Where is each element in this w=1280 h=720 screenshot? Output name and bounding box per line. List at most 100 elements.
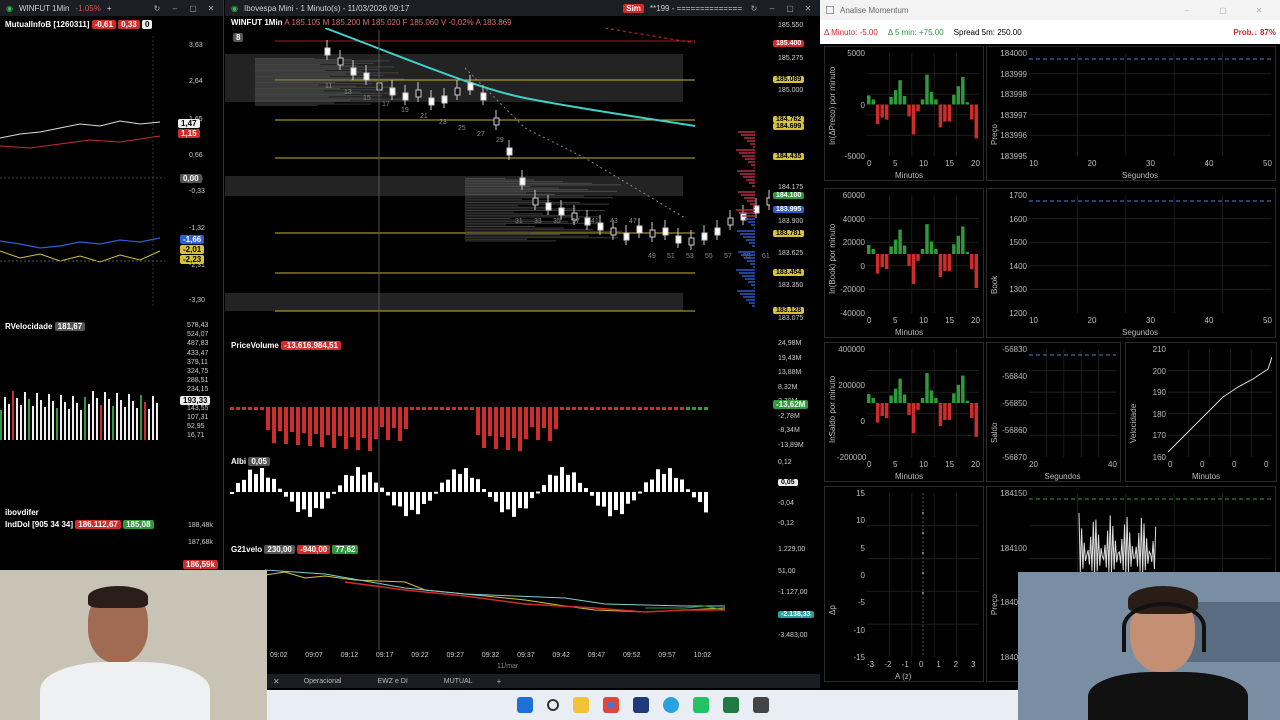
panel-bar [925,224,929,254]
panel-bar [970,254,974,269]
panel-xlabel: Segundos [1122,171,1159,180]
candle-label: 25 [458,125,466,132]
refresh-icon[interactable]: ↻ [151,4,163,13]
pricevolume-bar [500,407,504,437]
candle-body [480,92,487,101]
albi-bar [566,474,570,492]
pricevolume-bar [494,407,498,449]
panel-ytick: 184150 [1000,489,1027,498]
book-depth-bar [752,185,755,187]
albi-bar [266,477,270,492]
velocity-bar [80,410,82,440]
tab-mutual[interactable]: MUTUAL [426,678,491,685]
price-chart-plot[interactable]: 11 13 15 17 19 21 23 25 27 29 31 33 35 37 41 43 47 49 51 53… [225,28,770,328]
pricevolume-bar [350,407,354,437]
candle-label: 33 [534,218,542,225]
panel-bar [965,251,970,254]
albi-bar [584,487,588,492]
candle-body [493,117,500,126]
pricevolume-axis-tick: 13,88M [778,369,802,376]
tab-operacional[interactable]: Operacional [286,678,360,685]
book-depth-bar [749,242,755,244]
maximize-icon[interactable]: ▢ [187,4,199,13]
panel-ytick: 184100 [1000,543,1027,553]
pricevolume-bar [506,407,510,450]
albi-bar [602,492,606,507]
candle-body [701,232,708,241]
candle-body [402,92,409,101]
main-window-title: Ibovespa Mini - 1 Minuto(s) - 11/03/2026… [243,3,410,13]
candle-label: 27 [477,131,485,138]
close-icon[interactable]: ✕ [802,4,814,13]
panel-xtick: 0 [867,460,872,469]
close-icon[interactable]: ✕ [1244,6,1274,15]
pricevolume-bar [362,407,366,438]
close-tab-icon[interactable]: ✕ [267,677,286,686]
pricevolume-bar [638,407,642,410]
panel-xlabel: Minutos [1192,472,1221,481]
candle-body [363,72,370,81]
volume-profile-bar [465,186,530,187]
candle-body [688,237,695,246]
time-axis-tick: 09:57 [658,652,676,659]
albi-bar [392,492,396,506]
velocity-bar [144,402,146,440]
maximize-icon[interactable]: ▢ [1208,6,1238,15]
price-tag: 183.128 [773,307,805,314]
panel-bar [898,378,902,403]
albi-bar [278,488,282,492]
sim-badge[interactable]: Sim [623,3,644,13]
time-axis-tick: 09:37 [517,652,535,659]
pricevolume-bar [536,407,540,440]
minimize-icon[interactable]: – [169,4,181,13]
panel-bar [871,99,875,105]
price-tag: 184.435 [773,153,805,160]
candle-body [532,197,539,206]
file-explorer-icon[interactable] [572,697,589,713]
maximize-icon[interactable]: ▢ [784,4,796,13]
panel-xtick: 5 [893,159,898,168]
velocity-bar [108,399,110,440]
panel-xlabel: Minutos [895,328,924,337]
telegram-icon[interactable] [662,697,679,713]
add-tab-icon[interactable]: + [107,4,112,13]
albi-bar [296,492,300,513]
powershell-icon[interactable] [632,697,649,713]
velocity-bar [64,402,66,440]
volume-profile-bar [255,83,372,85]
minimize-icon[interactable]: – [1172,6,1202,15]
close-icon[interactable]: ✕ [205,4,217,13]
panel-xtick: 0 [1232,460,1237,469]
volume-zone [225,176,683,196]
mutualinfo-axis-tick: -0,33 [189,188,205,195]
volume-profile-bar [465,198,522,200]
panel-xtick: -1 [901,660,909,669]
minimize-icon[interactable]: – [766,4,778,13]
add-tab-icon[interactable]: + [491,677,508,686]
app-window-icon[interactable] [752,697,769,713]
velocity-bar [4,397,6,440]
pricevolume-bar [650,407,654,410]
windows-start-icon[interactable] [516,697,533,713]
candle-body [714,227,721,236]
refresh-icon[interactable]: ↻ [748,4,760,13]
panel-xtick: 20 [1087,159,1097,168]
panel-bar [893,90,898,105]
tab-ewz-di[interactable]: EWZ e DI [359,678,425,685]
whatsapp-icon[interactable] [692,697,709,713]
price-axis-tick: 185.275 [778,55,804,62]
albi-bar [506,492,510,510]
chrome-icon[interactable] [602,697,619,713]
book-depth-bar [742,155,755,157]
search-icon[interactable] [546,699,559,711]
panel-xtick: 0 [1200,460,1205,469]
excel-icon[interactable] [722,697,739,713]
price-axis-tick: 183.625 [778,250,804,257]
book-depth-bar [746,239,755,241]
panel-bar [911,254,916,284]
left-window-title[interactable]: WINFUT 1Min [19,4,70,13]
albi-bar [488,492,492,498]
volume-profile-bar [465,229,593,231]
book-depth-bar [751,224,755,226]
volume-profile-bar [465,218,510,219]
